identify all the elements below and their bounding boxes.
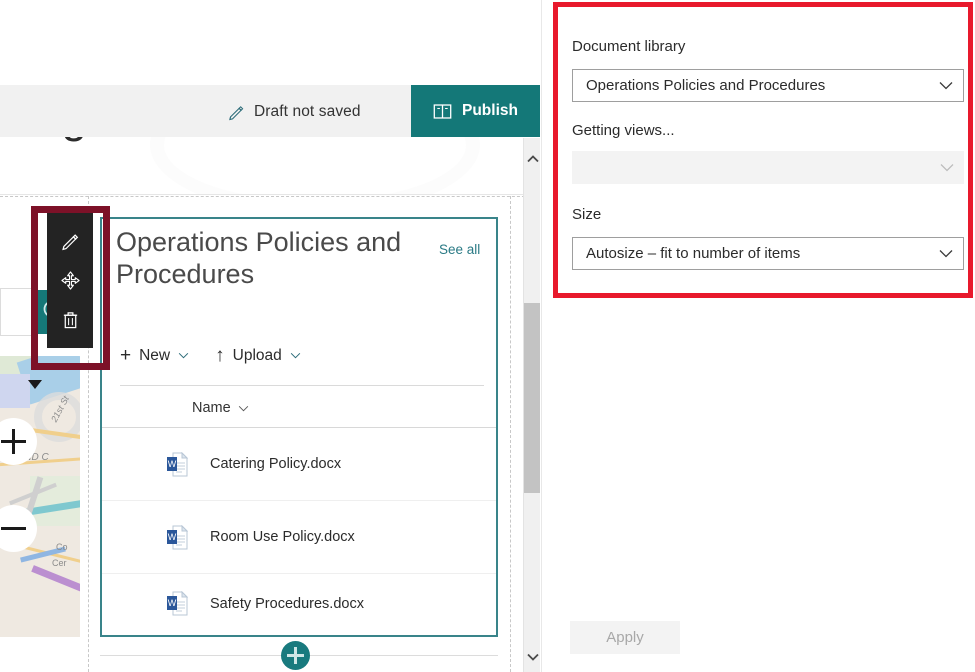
minus-icon	[1, 527, 26, 530]
views-label: Getting views...	[572, 122, 675, 139]
new-button[interactable]: + New	[120, 346, 189, 365]
table-row[interactable]: W Safety Procedures.docx	[102, 567, 496, 640]
apply-button[interactable]: Apply	[570, 621, 680, 654]
chevron-down-icon	[178, 352, 189, 359]
page-title-band	[0, 137, 540, 195]
upload-arrow-icon: ↑	[215, 345, 225, 366]
search-field[interactable]	[0, 288, 34, 336]
file-name: Room Use Policy.docx	[210, 529, 355, 545]
map-canvas: 21st St G ISLAND C Co Cer	[0, 356, 80, 637]
scroll-up-button[interactable]	[524, 150, 540, 168]
property-pane: Document library Operations Policies and…	[541, 0, 975, 672]
chevron-up-icon	[527, 155, 539, 163]
map-label: Co	[56, 542, 68, 552]
publish-label: Publish	[462, 102, 518, 119]
see-all-link[interactable]: See all	[439, 242, 480, 257]
column-divider-right	[510, 196, 511, 672]
chevron-down-icon	[939, 249, 953, 258]
upload-label: Upload	[232, 346, 282, 364]
word-document-icon: W	[166, 524, 188, 550]
webpart-command-row: + New ↑ Upload	[120, 346, 301, 365]
new-label: New	[139, 346, 171, 364]
screenshot-root: eting Info Draft not saved	[0, 0, 975, 672]
section-top-guide	[0, 196, 540, 197]
document-library-label: Document library	[572, 38, 686, 55]
scrollbar-thumb[interactable]	[524, 303, 540, 493]
page-canvas: eting Info Draft not saved	[0, 0, 540, 672]
size-dropdown[interactable]: Autosize – fit to number of items	[572, 237, 964, 270]
vertical-scrollbar[interactable]	[523, 138, 540, 672]
map-webpart[interactable]: 21st St G ISLAND C Co Cer 1 km Terms	[0, 356, 80, 637]
webpart-edit-button[interactable]	[55, 227, 85, 257]
document-library-value: Operations Policies and Procedures	[586, 77, 826, 94]
word-document-icon: W	[166, 591, 188, 616]
svg-text:W: W	[168, 459, 177, 469]
webpart-title: Operations Policies and Procedures	[116, 227, 402, 289]
webpart-divider	[120, 385, 484, 386]
document-library-webpart[interactable]: Operations Policies and Procedures See a…	[100, 217, 498, 637]
column-header-label: Name	[192, 400, 231, 416]
add-webpart-button[interactable]	[281, 641, 310, 670]
pencil-icon	[228, 104, 245, 121]
webpart-delete-button[interactable]	[55, 305, 85, 335]
file-name: Catering Policy.docx	[210, 456, 342, 472]
plus-icon: +	[120, 345, 132, 366]
move-arrows-icon	[60, 271, 80, 290]
svg-text:W: W	[168, 598, 177, 608]
webpart-toolbar	[47, 213, 93, 348]
scroll-down-button[interactable]	[524, 648, 540, 666]
size-value: Autosize – fit to number of items	[586, 245, 801, 262]
word-document-icon: W	[166, 451, 188, 477]
chevron-down-icon	[290, 352, 301, 359]
chevron-down-icon	[940, 163, 954, 172]
upload-button[interactable]: ↑ Upload	[215, 346, 301, 365]
file-name: Safety Procedures.docx	[210, 595, 364, 612]
draft-status: Draft not saved	[228, 99, 361, 125]
chevron-down-icon	[527, 653, 539, 661]
map-dropdown-caret-icon[interactable]	[28, 380, 42, 389]
view-dropdown[interactable]	[572, 151, 964, 184]
table-row[interactable]: W Room Use Policy.docx	[102, 501, 496, 574]
column-header-name[interactable]: Name	[192, 400, 249, 416]
table-row[interactable]: W Catering Policy.docx	[102, 428, 496, 501]
document-library-dropdown[interactable]: Operations Policies and Procedures	[572, 69, 964, 102]
size-label: Size	[572, 206, 602, 223]
chevron-down-icon	[238, 405, 249, 412]
chevron-down-icon	[939, 81, 953, 90]
trash-icon	[61, 310, 80, 329]
pencil-icon	[61, 232, 80, 251]
publish-button[interactable]: Publish	[411, 85, 540, 137]
map-label: Cer	[52, 558, 67, 568]
draft-status-label: Draft not saved	[254, 103, 361, 120]
webpart-move-button[interactable]	[55, 266, 85, 296]
book-icon	[433, 103, 452, 120]
title-decoration	[150, 137, 480, 195]
svg-text:W: W	[168, 532, 177, 542]
